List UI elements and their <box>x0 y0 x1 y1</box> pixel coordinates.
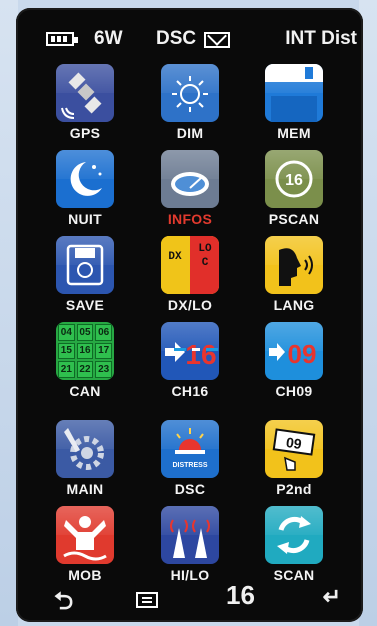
dsc-indicator: DSC <box>156 28 197 49</box>
secondary-priority-icon: 09 <box>265 420 323 478</box>
satellite-icon <box>56 64 114 122</box>
menu-label: DIM <box>176 125 204 141</box>
dx-local-icon: DX LOC <box>161 236 219 294</box>
device-screen: 6W DSC INT Dist GPS DIM MEM NUIT INFOS 1… <box>16 8 363 622</box>
menu-item-mem[interactable]: MEM <box>244 64 344 150</box>
current-channel: 16 <box>226 580 255 610</box>
menu-label: MAIN <box>66 481 104 497</box>
power-readout: 6W <box>94 28 123 49</box>
menu-item-save[interactable]: SAVE <box>35 236 135 322</box>
save-icon <box>56 236 114 294</box>
menu-item-lang[interactable]: LANG <box>244 236 344 322</box>
priority-scan-icon: 16 <box>265 150 323 208</box>
status-bar: 6W DSC INT Dist <box>16 28 363 56</box>
pscan-channel-text: 16 <box>285 172 303 189</box>
can-channel-cell: 04 <box>58 324 75 341</box>
menu-item-can[interactable]: 04 05 06 15 16 17 21 22 23 CAN <box>35 322 135 408</box>
back-icon[interactable]: ⮌ <box>54 584 73 625</box>
menu-label: DSC <box>174 481 206 497</box>
menu-item-p2nd[interactable]: 09 P2nd <box>244 420 344 506</box>
distress-beacon-icon: DISTRESS <box>161 420 219 478</box>
man-overboard-icon <box>56 506 114 564</box>
bottom-bar: ⮌ 16 ↵ <box>16 578 363 622</box>
brightness-icon <box>161 64 219 122</box>
menu-label: CH09 <box>275 383 313 399</box>
menu-item-nuit[interactable]: NUIT <box>35 150 135 236</box>
gauge-icon <box>161 150 219 208</box>
menu-item-ch16[interactable]: 16 CH16 <box>140 322 240 408</box>
menu-label: LANG <box>273 297 315 313</box>
envelope-icon <box>204 32 230 48</box>
night-mode-icon <box>56 150 114 208</box>
menu-icon[interactable] <box>136 592 158 608</box>
floppy-disk-icon <box>265 64 323 122</box>
channel-selection-bar <box>16 348 363 352</box>
menu-label: INFOS <box>167 211 213 227</box>
menu-label: P2nd <box>276 481 312 497</box>
enter-icon[interactable]: ↵ <box>323 584 341 610</box>
menu-label: DX/LO <box>167 297 213 313</box>
menu-label: PSCAN <box>268 211 320 227</box>
ch09-text: 09 <box>288 339 317 369</box>
loc-text: LOC <box>198 243 212 269</box>
menu-item-main[interactable]: MAIN <box>35 420 135 506</box>
mode-readout: INT Dist <box>285 28 357 49</box>
antenna-power-icon <box>161 506 219 564</box>
maintenance-icon <box>56 420 114 478</box>
p2nd-text: 09 <box>285 434 303 452</box>
ch16-text: 16 <box>185 339 216 370</box>
scan-icon <box>265 506 323 564</box>
menu-item-infos[interactable]: INFOS <box>140 150 240 236</box>
speaking-head-icon <box>265 236 323 294</box>
menu-item-gps[interactable]: GPS <box>35 64 135 150</box>
menu-label: NUIT <box>68 211 102 227</box>
can-channel-cell: 22 <box>76 361 94 378</box>
dx-text: DX <box>168 251 182 263</box>
menu-label: MEM <box>277 125 311 141</box>
menu-label: SAVE <box>65 297 105 313</box>
menu-item-ch09[interactable]: 09 CH09 <box>244 322 344 408</box>
menu-label: GPS <box>69 125 101 141</box>
can-channel-cell: 21 <box>58 361 75 378</box>
menu-item-dxlo[interactable]: DX LOC DX/LO <box>140 236 240 322</box>
can-channel-cell: 06 <box>95 324 112 341</box>
menu-label: CAN <box>69 383 101 399</box>
distress-text: DISTRESS <box>172 462 207 469</box>
can-channel-cell: 05 <box>76 324 94 341</box>
menu-item-dsc[interactable]: DISTRESS DSC <box>140 420 240 506</box>
menu-label: CH16 <box>171 383 209 399</box>
menu-item-pscan[interactable]: 16 PSCAN <box>244 150 344 236</box>
can-channel-cell: 23 <box>95 361 112 378</box>
menu-item-dim[interactable]: DIM <box>140 64 240 150</box>
battery-icon <box>46 32 78 46</box>
